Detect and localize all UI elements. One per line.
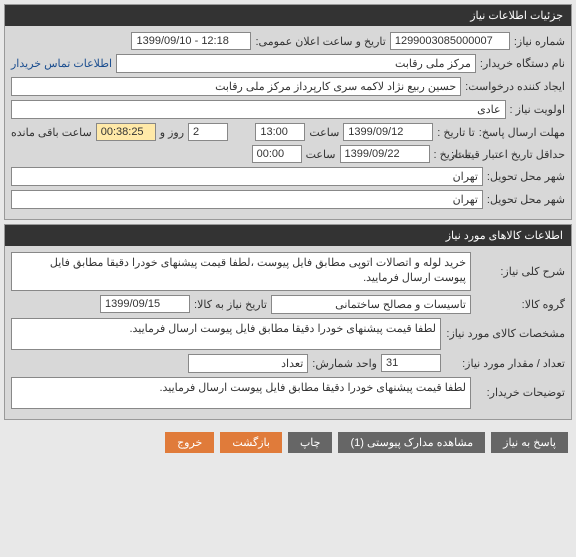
buyer-note-label: توضیحات خریدار: bbox=[475, 386, 565, 399]
min-credit-time-field: 00:00 bbox=[252, 145, 302, 163]
deadline-main-label: مهلت ارسال پاسخ: bbox=[479, 126, 565, 139]
view-attachments-button[interactable]: مشاهده مدارک پیوستی (1) bbox=[338, 432, 485, 453]
pub-date-field: 1399/09/10 - 12:18 bbox=[131, 32, 251, 50]
min-credit-time-label: ساعت bbox=[306, 148, 336, 161]
deliver-city2-label: شهر محل تحویل: bbox=[487, 193, 565, 206]
buyer-note-field: لطفا قیمت پیشنهای خودرا دقیقا مطابق فایل… bbox=[11, 377, 471, 409]
panel1-body: شماره نیاز: 1299003085000007 تاریخ و ساع… bbox=[5, 26, 571, 219]
respond-button[interactable]: پاسخ به نیاز bbox=[491, 432, 568, 453]
spec-field: لطفا قیمت پیشنهای خودرا دقیقا مطابق فایل… bbox=[11, 318, 441, 350]
req-no-field: 1299003085000007 bbox=[390, 32, 510, 50]
group-field: تاسیسات و مصالح ساختمانی bbox=[271, 295, 471, 314]
deadline-time-field: 13:00 bbox=[255, 123, 305, 141]
desc-label: شرح کلی نیاز: bbox=[475, 265, 565, 278]
days-label: روز و bbox=[160, 126, 184, 139]
priority-label: اولویت نیاز : bbox=[510, 103, 565, 116]
countdown-field: 00:38:25 bbox=[96, 123, 156, 141]
to-date-label-2: تا تاریخ : bbox=[434, 148, 471, 161]
unit-field: تعداد bbox=[188, 354, 308, 373]
deliver-city2-field: تهران bbox=[11, 190, 483, 209]
exit-button[interactable]: خروج bbox=[165, 432, 214, 453]
buyer-label: نام دستگاه خریدار: bbox=[480, 57, 565, 70]
deadline-date-field: 1399/09/12 bbox=[343, 123, 433, 141]
creator-label: ایجاد کننده درخواست: bbox=[465, 80, 565, 93]
spec-label: مشخصات کالای مورد نیاز: bbox=[445, 327, 565, 340]
pub-date-label: تاریخ و ساعت اعلان عمومی: bbox=[255, 35, 385, 48]
panel2-body: شرح کلی نیاز: خرید لوله و اتصالات اتوپی … bbox=[5, 246, 571, 419]
panel1-header: جزئیات اطلاعات نیاز bbox=[5, 5, 571, 26]
to-date-label: تا تاریخ : bbox=[437, 126, 474, 139]
need-date-field: 1399/09/15 bbox=[100, 295, 190, 313]
req-no-label: شماره نیاز: bbox=[514, 35, 565, 48]
qty-field: 31 bbox=[381, 354, 441, 372]
buyer-field: مرکز ملی رقابت bbox=[116, 54, 476, 73]
button-bar: پاسخ به نیاز مشاهده مدارک پیوستی (1) چاپ… bbox=[0, 424, 576, 461]
min-credit-label: حداقل تاریخ اعتبار قیمت: bbox=[475, 148, 565, 161]
panel2-header: اطلاعات کالاهای مورد نیاز bbox=[5, 225, 571, 246]
deliver-city-label: شهر محل تحویل: bbox=[487, 170, 565, 183]
unit-label: واحد شمارش: bbox=[312, 357, 377, 370]
back-button[interactable]: بازگشت bbox=[220, 432, 282, 453]
deadline-time-label: ساعت bbox=[309, 126, 339, 139]
print-button[interactable]: چاپ bbox=[288, 432, 333, 453]
need-info-panel: جزئیات اطلاعات نیاز شماره نیاز: 12990030… bbox=[4, 4, 572, 220]
group-label: گروه کالا: bbox=[475, 298, 565, 311]
deliver-city-field: تهران bbox=[11, 167, 483, 186]
creator-field: حسین ربیع نژاد لاکمه سری کارپرداز مرکز م… bbox=[11, 77, 461, 96]
min-credit-date-field: 1399/09/22 bbox=[340, 145, 430, 163]
contact-link[interactable]: اطلاعات تماس خریدار bbox=[11, 57, 112, 70]
need-date-label: تاریخ نیاز به کالا: bbox=[194, 298, 267, 311]
qty-label: تعداد / مقدار مورد نیاز: bbox=[445, 357, 565, 370]
days-remain-field: 2 bbox=[188, 123, 228, 141]
remain-label: ساعت باقی مانده bbox=[11, 126, 92, 139]
priority-field: عادی bbox=[11, 100, 506, 119]
goods-info-panel: اطلاعات کالاهای مورد نیاز شرح کلی نیاز: … bbox=[4, 224, 572, 420]
desc-field: خرید لوله و اتصالات اتوپی مطابق فایل پیو… bbox=[11, 252, 471, 291]
